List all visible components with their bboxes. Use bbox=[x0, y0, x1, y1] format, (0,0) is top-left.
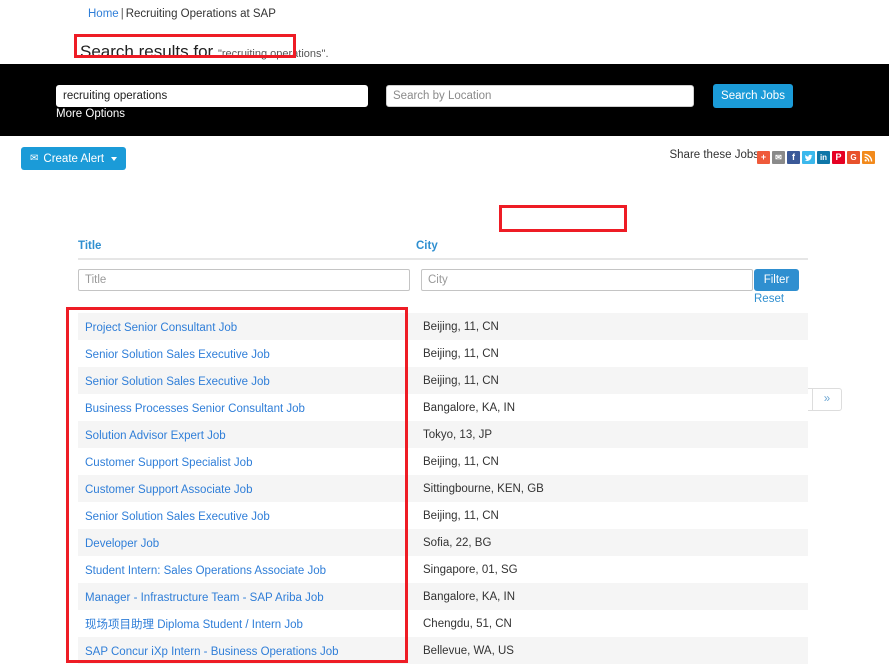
page-title-query: "recruiting operations". bbox=[217, 48, 329, 61]
breadcrumb-separator: | bbox=[120, 8, 124, 20]
job-city-cell: Sittingbourne, KEN, GB bbox=[423, 482, 544, 495]
table-column-headers: Title City bbox=[78, 240, 808, 260]
job-title-cell: Customer Support Associate Job bbox=[78, 482, 416, 496]
job-city-cell: Bangalore, KA, IN bbox=[423, 401, 516, 414]
rss-icon[interactable] bbox=[862, 151, 875, 164]
job-title-link[interactable]: Solution Advisor Expert Job bbox=[85, 430, 226, 442]
search-jobs-button[interactable]: Search Jobs bbox=[713, 84, 793, 108]
breadcrumb-home-link[interactable]: Home bbox=[88, 8, 119, 20]
job-title-cell: Solution Advisor Expert Job bbox=[78, 428, 416, 442]
job-city-cell: Chengdu, 51, CN bbox=[423, 617, 512, 630]
facebook-icon[interactable]: f bbox=[787, 151, 800, 164]
create-alert-label: Create Alert bbox=[43, 152, 105, 165]
email-share-icon[interactable]: ✉ bbox=[772, 151, 785, 164]
table-row[interactable]: Student Intern: Sales Operations Associa… bbox=[78, 556, 808, 583]
job-title-link[interactable]: Student Intern: Sales Operations Associa… bbox=[85, 565, 326, 577]
job-city-cell: Sofia, 22, BG bbox=[423, 536, 492, 549]
reset-link[interactable]: Reset bbox=[754, 293, 784, 305]
table-row[interactable]: Solution Advisor Expert Job Tokyo, 13, J… bbox=[78, 421, 808, 448]
job-title-link[interactable]: Manager - Infrastructure Team - SAP Arib… bbox=[85, 592, 324, 604]
job-rows: Project Senior Consultant Job Beijing, 1… bbox=[78, 313, 808, 664]
job-title-link[interactable]: Business Processes Senior Consultant Job bbox=[85, 403, 305, 415]
linkedin-icon[interactable]: in bbox=[817, 151, 830, 164]
column-header-city[interactable]: City bbox=[416, 240, 756, 252]
pinterest-icon[interactable]: P bbox=[832, 151, 845, 164]
twitter-icon[interactable] bbox=[802, 151, 815, 164]
job-title-cell: Customer Support Specialist Job bbox=[78, 455, 416, 469]
table-row[interactable]: 现场项目助理 Diploma Student / Intern Job Chen… bbox=[78, 610, 808, 637]
page-title-prefix: Search results for bbox=[80, 42, 214, 62]
table-row[interactable]: Developer Job Sofia, 22, BG bbox=[78, 529, 808, 556]
table-filter-row: Filter Reset bbox=[78, 260, 808, 305]
search-band: Search Jobs More Options bbox=[0, 64, 889, 136]
job-title-cell: 现场项目助理 Diploma Student / Intern Job bbox=[78, 616, 416, 632]
page-title-wrap: Search results for "recruiting operation… bbox=[0, 23, 889, 61]
chevron-down-icon bbox=[111, 156, 118, 161]
share-icons-group: + ✉ f in P G bbox=[757, 151, 875, 164]
table-row[interactable]: Senior Solution Sales Executive Job Beij… bbox=[78, 367, 808, 394]
job-title-cell: Manager - Infrastructure Team - SAP Arib… bbox=[78, 590, 416, 604]
envelope-icon: ✉ bbox=[30, 152, 39, 164]
table-row[interactable]: Senior Solution Sales Executive Job Beij… bbox=[78, 502, 808, 529]
create-alert-button[interactable]: ✉ Create Alert bbox=[21, 147, 127, 170]
job-city-cell: Beijing, 11, CN bbox=[423, 509, 499, 522]
job-title-link[interactable]: Customer Support Associate Job bbox=[85, 484, 252, 496]
addthis-plus-icon[interactable]: + bbox=[757, 151, 770, 164]
job-title-link[interactable]: SAP Concur iXp Intern - Business Operati… bbox=[85, 646, 339, 658]
job-title-link[interactable]: Senior Solution Sales Executive Job bbox=[85, 376, 270, 388]
column-header-title[interactable]: Title bbox=[78, 240, 416, 252]
alert-share-row: ✉ Create Alert Share these Jobs bbox=[0, 136, 889, 182]
search-keyword-input[interactable] bbox=[56, 85, 368, 107]
job-title-link[interactable]: Project Senior Consultant Job bbox=[85, 322, 237, 334]
job-city-cell: Beijing, 11, CN bbox=[423, 455, 499, 468]
job-city-cell: Tokyo, 13, JP bbox=[423, 428, 493, 441]
job-title-cell: Project Senior Consultant Job bbox=[78, 320, 416, 334]
results-pagination-row: Results 26 – 50 of 2893 « 1 2 3 4 5 » bbox=[0, 182, 889, 411]
breadcrumb: Home | Recruiting Operations at SAP bbox=[0, 0, 889, 23]
table-row[interactable]: SAP Concur iXp Intern - Business Operati… bbox=[78, 637, 808, 664]
job-title-cell: Student Intern: Sales Operations Associa… bbox=[78, 563, 416, 577]
job-results-table: Title City Filter Reset Project Senior C… bbox=[78, 240, 808, 664]
search-location-input[interactable] bbox=[386, 85, 694, 107]
table-row[interactable]: Project Senior Consultant Job Beijing, 1… bbox=[78, 313, 808, 340]
job-city-cell: Beijing, 11, CN bbox=[423, 374, 499, 387]
job-city-cell: Beijing, 11, CN bbox=[423, 320, 499, 333]
job-title-link[interactable]: Customer Support Specialist Job bbox=[85, 457, 252, 469]
job-city-cell: Bellevue, WA, US bbox=[423, 644, 514, 657]
job-title-link[interactable]: Senior Solution Sales Executive Job bbox=[85, 349, 270, 361]
job-city-cell: Bangalore, KA, IN bbox=[423, 590, 516, 603]
more-options-link[interactable]: More Options bbox=[56, 108, 125, 120]
job-title-cell: Senior Solution Sales Executive Job bbox=[78, 347, 416, 361]
table-row[interactable]: Senior Solution Sales Executive Job Beij… bbox=[78, 340, 808, 367]
pagination-next[interactable]: » bbox=[812, 388, 842, 411]
breadcrumb-current: Recruiting Operations at SAP bbox=[125, 8, 276, 20]
page-title: Search results for "recruiting operation… bbox=[80, 42, 329, 64]
job-title-link[interactable]: Senior Solution Sales Executive Job bbox=[85, 511, 270, 523]
job-title-cell: Senior Solution Sales Executive Job bbox=[78, 509, 416, 523]
table-row[interactable]: Customer Support Specialist Job Beijing,… bbox=[78, 448, 808, 475]
job-city-cell: Singapore, 01, SG bbox=[423, 563, 518, 576]
job-title-cell: SAP Concur iXp Intern - Business Operati… bbox=[78, 644, 416, 658]
job-title-link[interactable]: Developer Job bbox=[85, 538, 159, 550]
job-title-cell: Developer Job bbox=[78, 536, 416, 550]
job-title-cell: Senior Solution Sales Executive Job bbox=[78, 374, 416, 388]
filter-title-input[interactable] bbox=[78, 269, 410, 291]
table-row[interactable]: Manager - Infrastructure Team - SAP Arib… bbox=[78, 583, 808, 610]
filter-button[interactable]: Filter bbox=[754, 269, 799, 291]
job-city-cell: Beijing, 11, CN bbox=[423, 347, 499, 360]
table-row[interactable]: Business Processes Senior Consultant Job… bbox=[78, 394, 808, 421]
table-row[interactable]: Customer Support Associate Job Sittingbo… bbox=[78, 475, 808, 502]
share-these-jobs-label: Share these Jobs bbox=[669, 149, 759, 161]
job-title-link[interactable]: 现场项目助理 Diploma Student / Intern Job bbox=[85, 619, 303, 631]
googleplus-icon[interactable]: G bbox=[847, 151, 860, 164]
job-title-cell: Business Processes Senior Consultant Job bbox=[78, 401, 416, 415]
filter-city-input[interactable] bbox=[421, 269, 753, 291]
